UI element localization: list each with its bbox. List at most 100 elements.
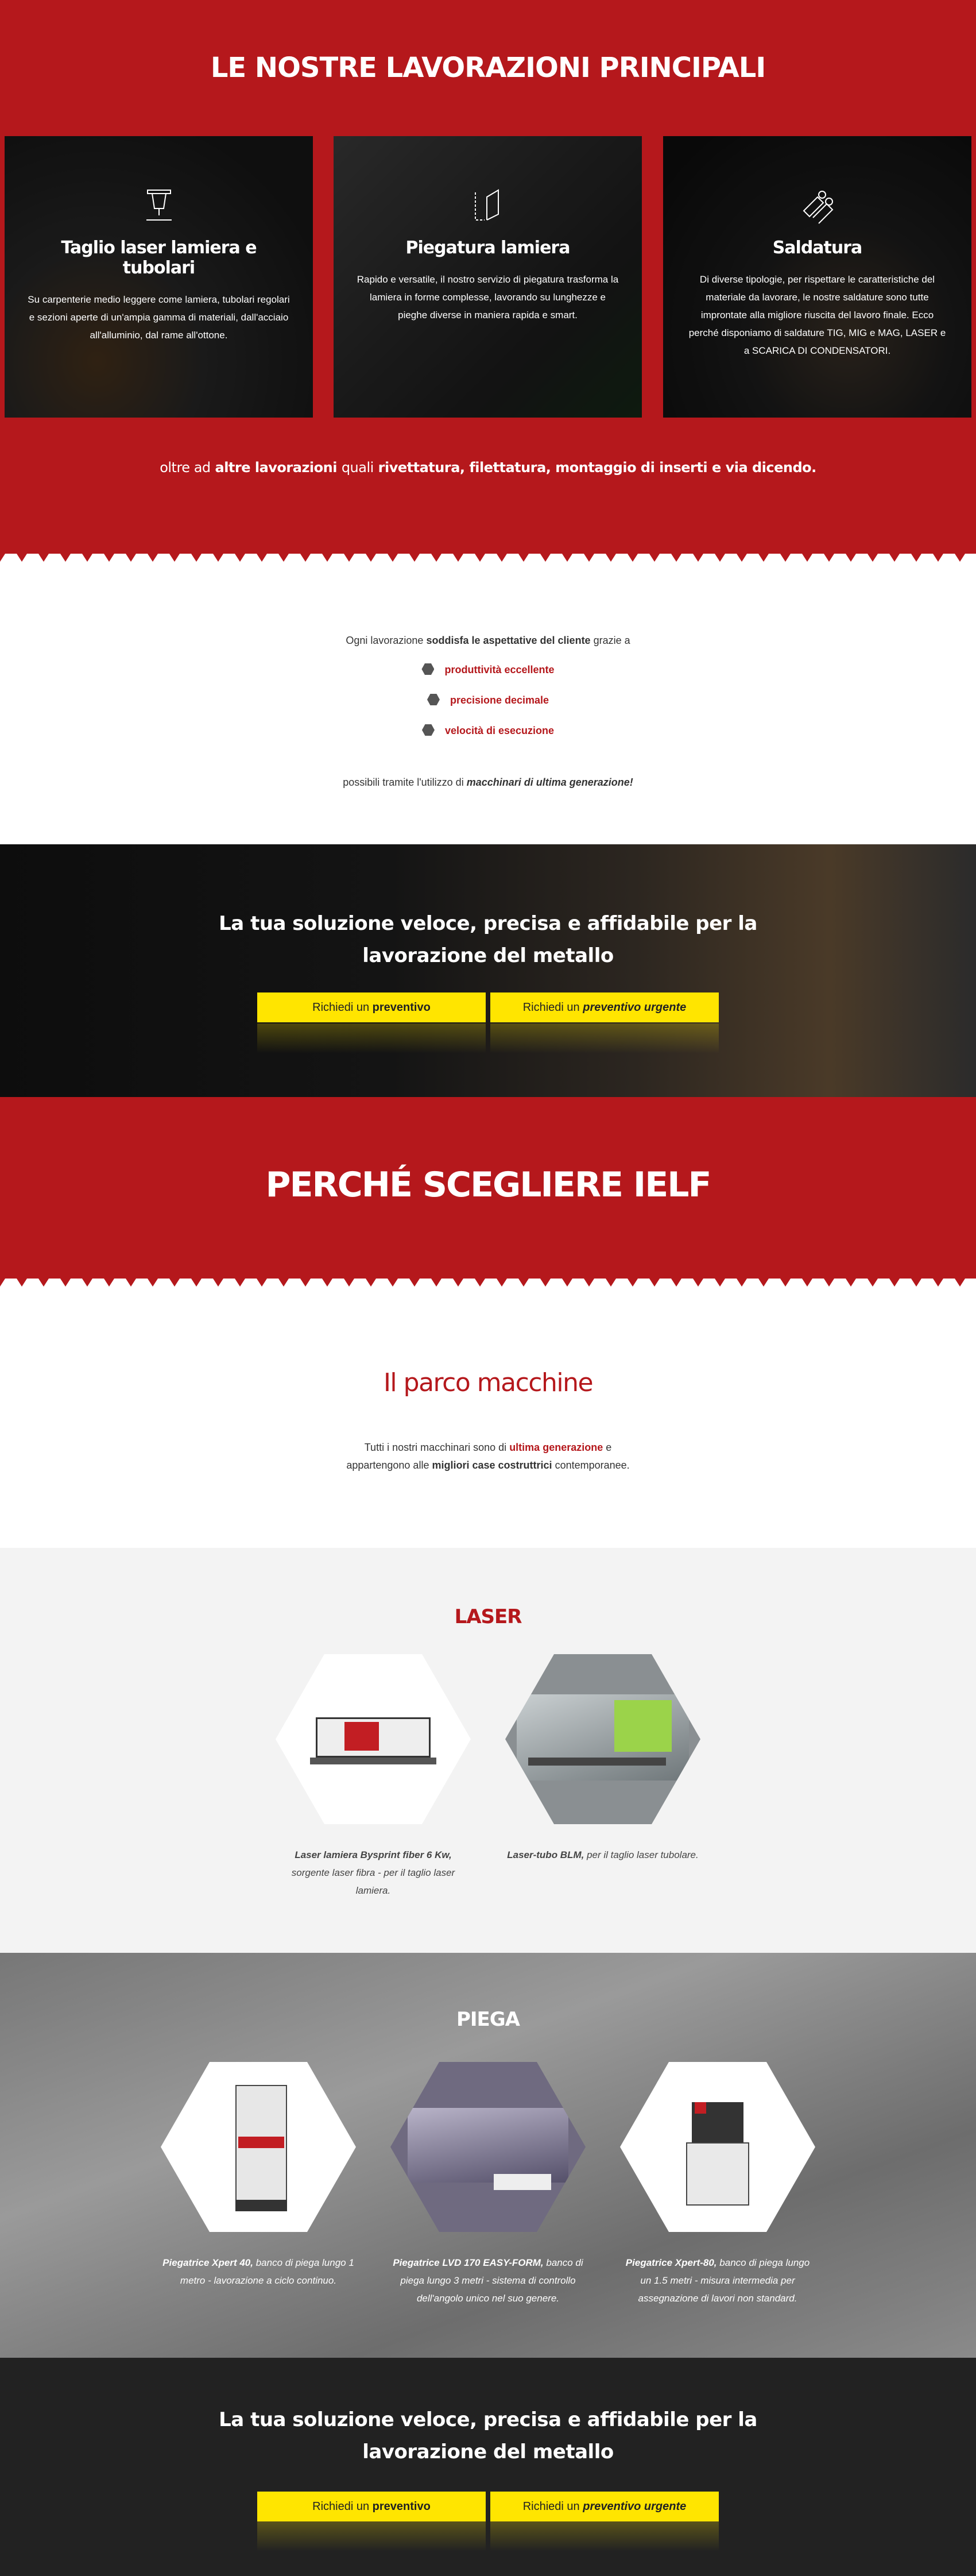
cta-title-line2: lavorazione del metallo [362,2440,614,2463]
machine-desc: sorgente laser fibra - per il taglio las… [291,1867,455,1896]
hexagon-bullet-icon [427,694,440,705]
quality-section: Ogni lavorazione soddisfa le aspettative… [0,569,976,844]
line2-bold: migliori case costruttrici [432,1459,552,1471]
lavorazioni-section: LE NOSTRE LAVORAZIONI PRINCIPALI Taglio … [0,0,976,573]
service-title: Piegatura lamiera [405,238,571,258]
urgent-quote-button[interactable]: Richiedi un preventivo urgente [490,2492,719,2521]
machine-image [505,1654,700,1824]
intro-post: grazie a [593,635,630,646]
hexagon-bullet-icon [421,663,435,675]
line1-post: e [606,1442,612,1453]
line1-red: ultima generazione [509,1442,603,1453]
button-bold: preventivo [372,2500,431,2513]
line1-pre: Tutti i nostri macchinari sono di [364,1442,507,1453]
intro-pre: Ogni lavorazione [346,635,424,646]
machine-image [276,1654,471,1824]
quote-button[interactable]: Richiedi un preventivo [257,992,486,1022]
machine-image [620,2062,815,2232]
cta-title: La tua soluzione veloce, precisa e affid… [0,2404,976,2468]
machinery-section: Il parco macchine Tutti i nostri macchin… [0,1298,976,1548]
machine-desc: per il taglio laser tubolare. [587,1849,699,1860]
list-item: precisione decimale [0,685,976,716]
cta-banner: La tua soluzione veloce, precisa e affid… [0,844,976,1097]
quality-intro: Ogni lavorazione soddisfa le aspettative… [0,635,976,647]
laser-title: LASER [454,1605,522,1628]
service-card-laser[interactable]: Taglio laser lamiera e tubolari Su carpe… [5,136,313,418]
machine-name: Laser-tubo BLM, [507,1849,584,1860]
extra-pre: oltre ad [160,459,211,476]
section-title: PERCHÉ SCEGLIERE IELF [265,1165,712,1205]
item-label: velocità di esecuzione [444,725,555,736]
hex-divider [0,1275,976,1298]
laser-section: LASER Laser lamiera Bysprint fiber 6 Kw,… [0,1548,976,1953]
button-pre: Richiedi un [312,2500,370,2513]
welding-icon [803,191,833,224]
button-bold: preventivo urgente [583,1001,687,1014]
cta-title-line1: La tua soluzione veloce, precisa e affid… [219,912,757,935]
other-services-line: oltre ad altre lavorazioni quali rivetta… [0,459,976,476]
button-reflection [257,1024,486,1053]
machine-name: Piegatrice LVD 170 EASY-FORM, [393,2257,544,2268]
service-text: Rapido e versatile, il nostro servizio d… [357,274,619,320]
service-card-saldatura[interactable]: Saldatura Di diverse tipologie, per risp… [663,136,971,418]
extra-bold: altre lavorazioni [215,459,338,476]
service-text: Su carpenterie medio leggere come lamier… [28,294,290,341]
hexagon-bullet-icon [421,724,435,736]
list-item: produttività eccellente [0,655,976,685]
quote-button[interactable]: Richiedi un preventivo [257,2492,486,2521]
intro-bold: soddisfa le aspettative del cliente [426,635,591,646]
machine-caption: Piegatrice Xpert 40, banco di piega lung… [161,2254,356,2289]
machine-card[interactable]: Piegatrice Xpert-80, banco di piega lung… [620,2062,815,2307]
machine-name: Laser lamiera Bysprint fiber 6 Kw, [295,1849,452,1860]
item-label: produttività eccellente [444,664,555,675]
button-pre: Richiedi un [522,2500,580,2513]
bending-icon [474,189,499,221]
extra-list: rivettatura, filettatura, montaggio di i… [378,459,817,476]
button-reflection [257,2521,486,2551]
machine-card[interactable]: Laser-tubo BLM, per il taglio laser tubo… [505,1654,700,1864]
button-pre: Richiedi un [522,1001,580,1014]
machine-image [161,2062,356,2232]
services-cards: Taglio laser lamiera e tubolari Su carpe… [5,136,971,418]
button-pre: Richiedi un [312,1001,370,1014]
machine-caption: Laser-tubo BLM, per il taglio laser tubo… [505,1846,700,1864]
button-reflection [490,1024,719,1053]
service-card-piegatura[interactable]: Piegatura lamiera Rapido e versatile, il… [334,136,642,418]
service-text: Di diverse tipologie, per rispettare le … [688,274,946,356]
machinery-title: Il parco macchine [383,1368,594,1397]
list-item: velocità di esecuzione [0,716,976,746]
bending-title: PIEGA [456,2008,520,2031]
why-section: PERCHÉ SCEGLIERE IELF [0,1097,976,1298]
quality-outro: possibili tramite l'utilizzo di macchina… [0,777,976,789]
item-label: precisione decimale [450,694,549,706]
service-title: Saldatura [772,238,863,258]
machinery-intro: Tutti i nostri macchinari sono di ultima… [0,1439,976,1474]
laser-cut-icon [146,190,172,221]
urgent-quote-button[interactable]: Richiedi un preventivo urgente [490,992,719,1022]
cta-title: La tua soluzione veloce, precisa e affid… [0,907,976,972]
cta-banner-bottom: La tua soluzione veloce, precisa e affid… [0,2358,976,2576]
machine-card[interactable]: Piegatrice Xpert 40, banco di piega lung… [161,2062,356,2289]
machine-image [390,2062,586,2232]
service-title: Taglio laser lamiera e tubolari [61,238,257,278]
button-bold: preventivo urgente [583,2500,687,2513]
bending-section: PIEGA Piegatrice Xpert 40, banco di pieg… [0,1953,976,2358]
outro-bold: macchinari di ultima generazione! [466,777,633,788]
cta-title-line2: lavorazione del metallo [362,944,614,967]
quality-list: produttività eccellente precisione decim… [0,655,976,746]
cta-title-line1: La tua soluzione veloce, precisa e affid… [219,2408,757,2431]
machine-caption: Piegatrice LVD 170 EASY-FORM, banco di p… [390,2254,586,2307]
machine-card[interactable]: Piegatrice LVD 170 EASY-FORM, banco di p… [390,2062,586,2307]
machine-name: Piegatrice Xpert 40, [162,2257,253,2268]
button-bold: preventivo [372,1001,431,1014]
extra-mid: quali [341,459,374,476]
machine-caption: Laser lamiera Bysprint fiber 6 Kw, sorge… [276,1846,471,1899]
line2-pre: appartengono alle [346,1459,429,1471]
outro-pre: possibili tramite l'utilizzo di [343,777,464,788]
line2-post: contemporanee. [555,1459,630,1471]
machine-name: Piegatrice Xpert-80, [625,2257,717,2268]
machine-caption: Piegatrice Xpert-80, banco di piega lung… [620,2254,815,2307]
section-title: LE NOSTRE LAVORAZIONI PRINCIPALI [210,52,766,84]
machine-card[interactable]: Laser lamiera Bysprint fiber 6 Kw, sorge… [276,1654,471,1899]
button-reflection [490,2521,719,2551]
